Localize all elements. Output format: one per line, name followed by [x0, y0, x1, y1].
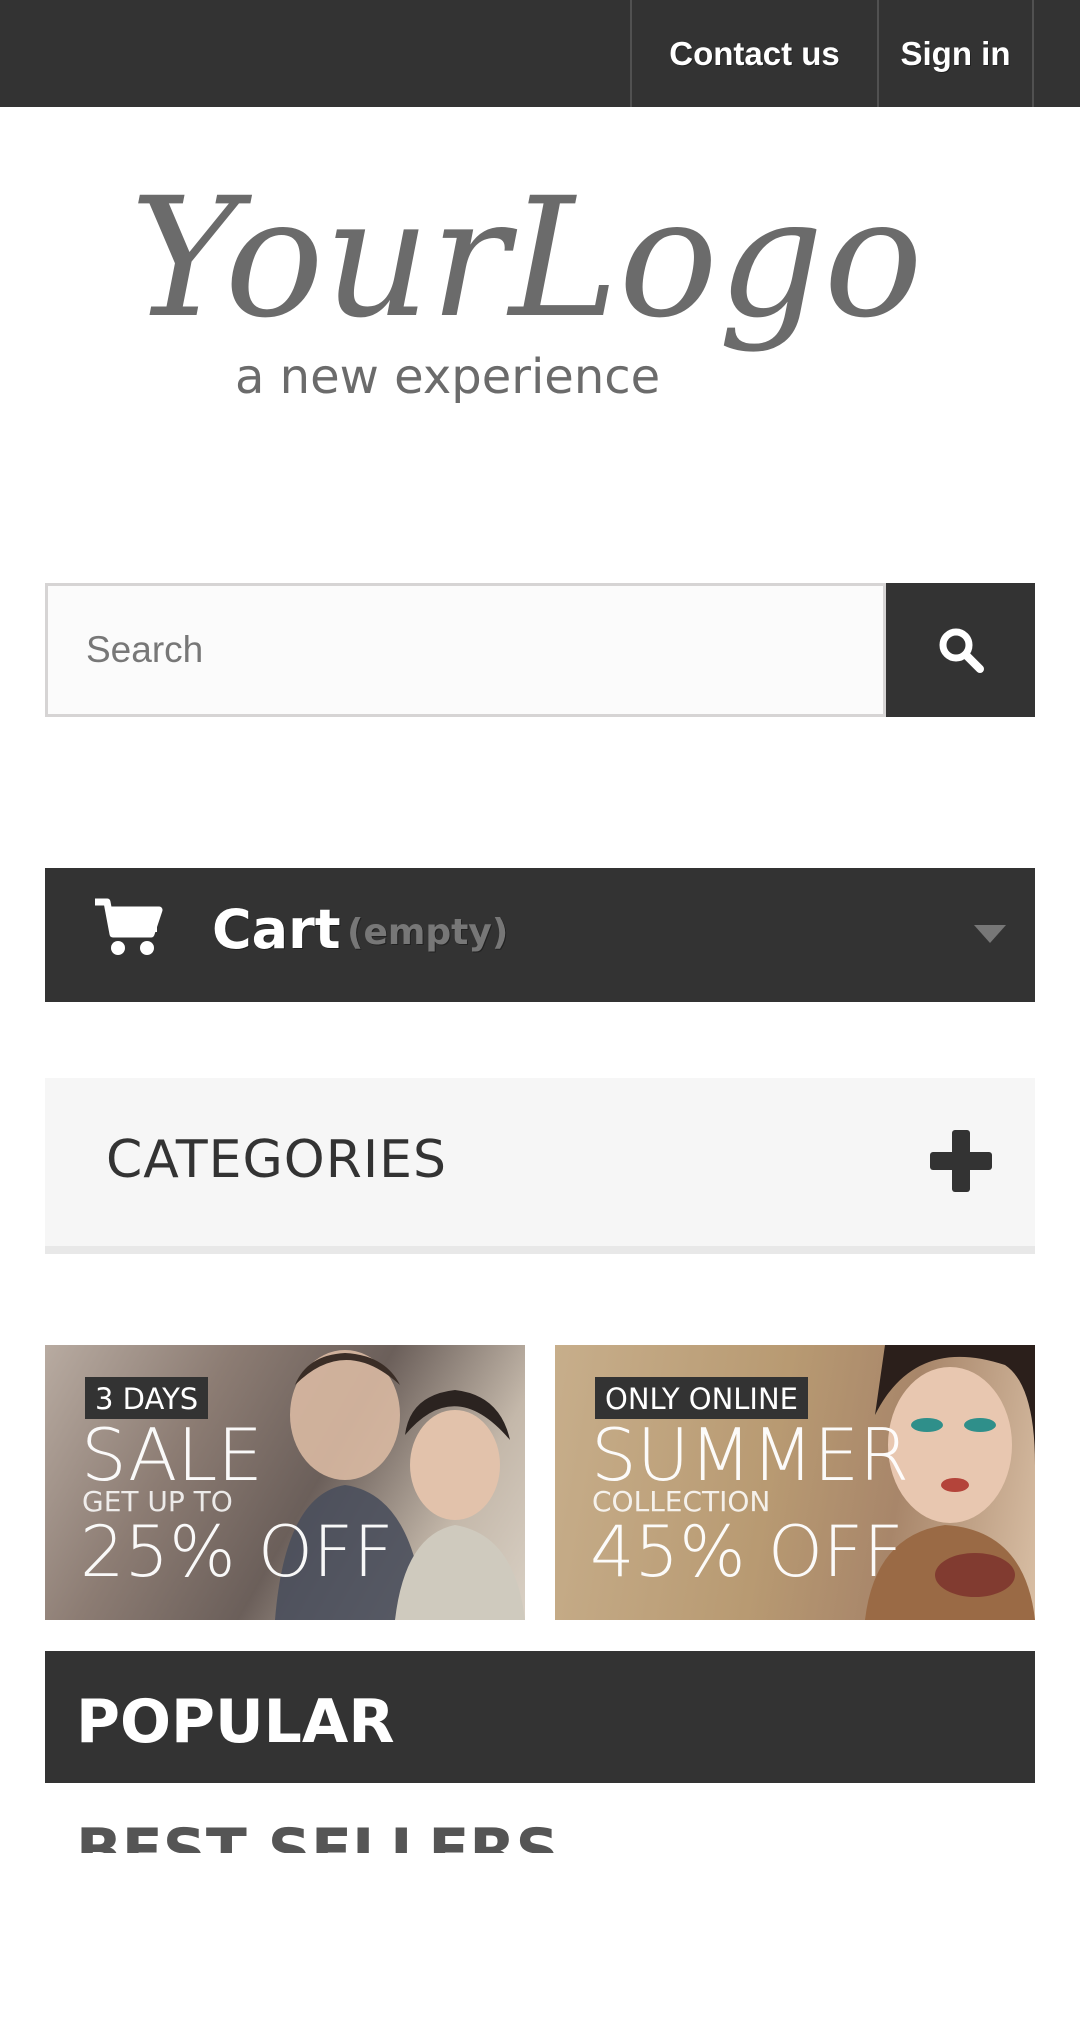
search-input[interactable] [45, 583, 886, 717]
search-bar [45, 583, 1035, 717]
caret-down-icon[interactable] [972, 923, 1008, 945]
cart-label: Cart [212, 898, 341, 961]
logo-tagline: a new experience [235, 349, 660, 405]
search-button[interactable] [886, 583, 1035, 717]
banner-headline: SALE [81, 1413, 263, 1497]
top-nav-bar: Contact us Sign in [0, 0, 1080, 107]
logo-image: YourLogo a new experience [130, 162, 923, 405]
contact-us-link[interactable]: Contact us [630, 0, 877, 107]
search-icon [939, 628, 984, 673]
plus-icon[interactable] [928, 1128, 994, 1194]
banner-headline: SUMMER [591, 1413, 910, 1497]
cart-block[interactable]: Cart (empty) [45, 868, 1035, 1002]
categories-title: CATEGORIES [106, 1130, 448, 1190]
store-logo[interactable]: YourLogo a new experience [110, 162, 930, 425]
banner-summer[interactable]: ONLY ONLINE SUMMER COLLECTION 45% OFF [555, 1345, 1035, 1620]
tab-best-sellers-label: BEST SELLERS [76, 1816, 559, 1853]
cart-icon [95, 898, 163, 955]
tab-best-sellers[interactable]: BEST SELLERS [45, 1783, 1035, 1853]
logo-title: YourLogo [130, 165, 923, 354]
sign-in-link[interactable]: Sign in [877, 0, 1034, 107]
banner-sale[interactable]: 3 DAYS SALE GET UP TO 25% OFF [45, 1345, 525, 1620]
banner-offer: 25% OFF [80, 1511, 394, 1593]
cart-status: (empty) [347, 912, 509, 953]
tab-popular[interactable]: POPULAR [45, 1651, 1035, 1783]
banner-offer: 45% OFF [590, 1511, 904, 1593]
tab-popular-label: POPULAR [76, 1687, 395, 1757]
categories-block[interactable]: CATEGORIES [45, 1078, 1035, 1254]
